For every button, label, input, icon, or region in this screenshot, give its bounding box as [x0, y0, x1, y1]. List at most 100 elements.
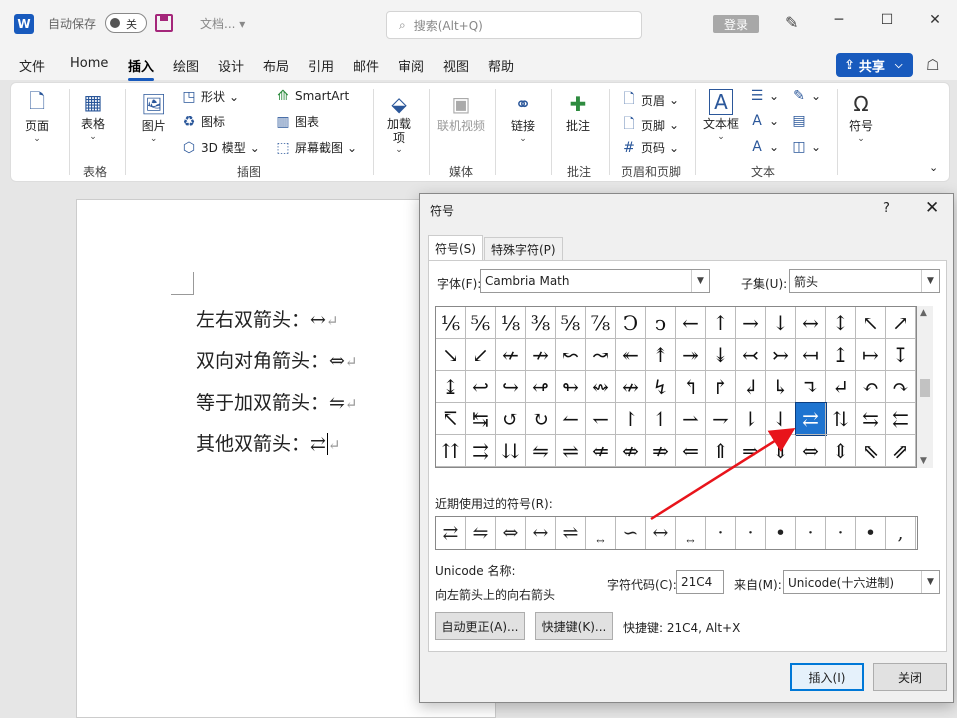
- symbol-cell[interactable]: ⇍: [586, 435, 616, 467]
- screenshot-button[interactable]: ⬚ 屏幕截图 ⌄: [275, 139, 357, 156]
- symbol-cell[interactable]: ⅝: [556, 307, 586, 339]
- autosave-toggle[interactable]: 关: [105, 13, 147, 33]
- symbol-cell[interactable]: ↖: [856, 307, 886, 339]
- symbol-cell[interactable]: ↸: [436, 403, 466, 435]
- symbol-cell[interactable]: ⇔: [796, 435, 826, 467]
- login-button[interactable]: 登录: [713, 15, 759, 33]
- symbol-cell[interactable]: ←: [676, 307, 706, 339]
- symbol-cell[interactable]: ↛: [526, 339, 556, 371]
- recent-symbol-cell[interactable]: ↔: [586, 517, 616, 549]
- symbol-cell[interactable]: ⇏: [646, 435, 676, 467]
- tab-help[interactable]: 帮助: [488, 56, 514, 75]
- symbol-cell[interactable]: ↕: [826, 307, 856, 339]
- scroll-thumb[interactable]: [920, 379, 930, 397]
- recent-symbol-cell[interactable]: ↔: [676, 517, 706, 549]
- comment-icon[interactable]: ☖: [926, 56, 939, 74]
- symbol-cell[interactable]: ⇇: [886, 403, 916, 435]
- symbol-cell[interactable]: ↾: [616, 403, 646, 435]
- recent-symbol-cell[interactable]: •: [856, 517, 886, 549]
- symbol-cell[interactable]: ↢: [736, 339, 766, 371]
- symbol-cell[interactable]: ⅜: [526, 307, 556, 339]
- recent-symbol-cell[interactable]: •: [766, 517, 796, 549]
- tab-layout[interactable]: 布局: [263, 56, 289, 75]
- comment-button[interactable]: ✚ 批注: [566, 91, 590, 134]
- share-button[interactable]: ⇪ 共享 ⌵: [836, 53, 913, 77]
- symbol-cell[interactable]: ↠: [676, 339, 706, 371]
- page-number-button[interactable]: # 页码 ⌄: [621, 139, 679, 156]
- symbol-cell[interactable]: ↺: [496, 403, 526, 435]
- symbol-cell[interactable]: ↩: [466, 371, 496, 403]
- shortcut-key-button[interactable]: 快捷键(K)...: [535, 612, 613, 640]
- tab-design[interactable]: 设计: [218, 56, 244, 75]
- symbol-cell[interactable]: ⇄: [795, 402, 827, 436]
- char-code-input[interactable]: 21C4: [676, 570, 724, 594]
- chart-button[interactable]: ▥ 图表: [275, 113, 319, 130]
- recent-symbol-cell[interactable]: ·: [736, 517, 766, 549]
- symbol-cell[interactable]: ⇐: [676, 435, 706, 467]
- symbol-cell[interactable]: ⅛: [496, 307, 526, 339]
- signature-button[interactable]: ✎ ⌄: [791, 88, 821, 104]
- recent-symbol-cell[interactable]: ,: [886, 517, 916, 549]
- shapes-button[interactable]: ◳ 形状 ⌄: [181, 88, 239, 105]
- symbol-cell[interactable]: ⇉: [466, 435, 496, 467]
- recent-symbol-cell[interactable]: ⇔: [496, 517, 526, 549]
- font-select[interactable]: Cambria Math ▼: [480, 269, 710, 293]
- tab-special-chars[interactable]: 特殊字符(P): [484, 237, 563, 261]
- help-icon[interactable]: ?: [883, 201, 890, 216]
- subset-select[interactable]: 箭头 ▼: [789, 269, 940, 293]
- doc-paragraph[interactable]: 双向对角箭头：⇔↵: [196, 346, 358, 373]
- quick-parts-button[interactable]: ☰ ⌄: [749, 88, 779, 104]
- symbol-cell[interactable]: ⇒: [736, 435, 766, 467]
- insert-button[interactable]: 插入(I): [790, 663, 864, 691]
- pen-icon[interactable]: ✎: [785, 13, 798, 32]
- symbol-cell[interactable]: ↥: [826, 339, 856, 371]
- symbol-cell[interactable]: ↘: [436, 339, 466, 371]
- symbol-cell[interactable]: ⅙: [436, 307, 466, 339]
- symbol-cell[interactable]: ⇖: [856, 435, 886, 467]
- recent-symbol-cell[interactable]: ·: [706, 517, 736, 549]
- doc-paragraph[interactable]: 其他双箭头：⇄ ↵: [196, 429, 341, 456]
- date-time-button[interactable]: ▤: [791, 113, 807, 129]
- collapse-ribbon-icon[interactable]: ⌄: [929, 161, 938, 174]
- symbol-cell[interactable]: ↮: [616, 371, 646, 403]
- close-button[interactable]: 关闭: [873, 663, 947, 691]
- symbol-cell[interactable]: ↹: [466, 403, 496, 435]
- recent-symbol-cell[interactable]: ·: [796, 517, 826, 549]
- symbol-cell[interactable]: ⇕: [826, 435, 856, 467]
- tab-insert[interactable]: 插入: [128, 56, 155, 81]
- symbol-cell[interactable]: ↶: [856, 371, 886, 403]
- recent-symbol-cell[interactable]: ⇄: [436, 517, 466, 549]
- symbol-cell[interactable]: ↙: [466, 339, 496, 371]
- symbol-button[interactable]: Ω 符号 ⌄: [849, 91, 873, 144]
- symbol-cell[interactable]: ↡: [706, 339, 736, 371]
- symbol-cell[interactable]: ↿: [646, 403, 676, 435]
- tab-home[interactable]: Home: [70, 56, 108, 71]
- object-button[interactable]: ◫ ⌄: [791, 139, 821, 155]
- document-name[interactable]: 文档... ▾: [200, 15, 245, 32]
- symbol-cell[interactable]: ↳: [766, 371, 796, 403]
- maximize-icon[interactable]: ☐: [875, 12, 899, 28]
- symbol-cell[interactable]: ↓: [766, 307, 796, 339]
- symbol-cell[interactable]: ↤: [796, 339, 826, 371]
- tab-symbols[interactable]: 符号(S): [428, 235, 483, 261]
- icons-button[interactable]: ♻ 图标: [181, 113, 225, 130]
- tab-file[interactable]: 文件: [19, 56, 45, 75]
- tab-draw[interactable]: 绘图: [173, 56, 199, 75]
- symbol-cell[interactable]: ⅚: [466, 307, 496, 339]
- scroll-up-icon[interactable]: ▲: [920, 308, 927, 318]
- symbol-cell[interactable]: ⇎: [616, 435, 646, 467]
- symbol-cell[interactable]: →: [736, 307, 766, 339]
- model3d-button[interactable]: ⬡ 3D 模型 ⌄: [181, 139, 260, 156]
- symbol-cell[interactable]: ⇆: [856, 403, 886, 435]
- recent-symbols[interactable]: ⇄ ⇋ ⇔ ↔ ⇌ ↔ ∽ ↔ ↔ · · • · · •,: [435, 516, 918, 550]
- recent-symbol-cell[interactable]: ↔: [526, 517, 556, 549]
- symbol-cell[interactable]: ↚: [496, 339, 526, 371]
- symbol-cell[interactable]: ↫: [526, 371, 556, 403]
- scroll-down-icon[interactable]: ▼: [920, 456, 927, 466]
- symbol-cell[interactable]: ↽: [586, 403, 616, 435]
- addins-button[interactable]: ⬙ 加载 项 ⌄: [387, 91, 411, 155]
- symbol-cell[interactable]: ↰: [676, 371, 706, 403]
- symbol-cell[interactable]: ↲: [736, 371, 766, 403]
- picture-button[interactable]: 🖼 图片 ⌄: [141, 91, 166, 144]
- recent-symbol-cell[interactable]: ⇌: [556, 517, 586, 549]
